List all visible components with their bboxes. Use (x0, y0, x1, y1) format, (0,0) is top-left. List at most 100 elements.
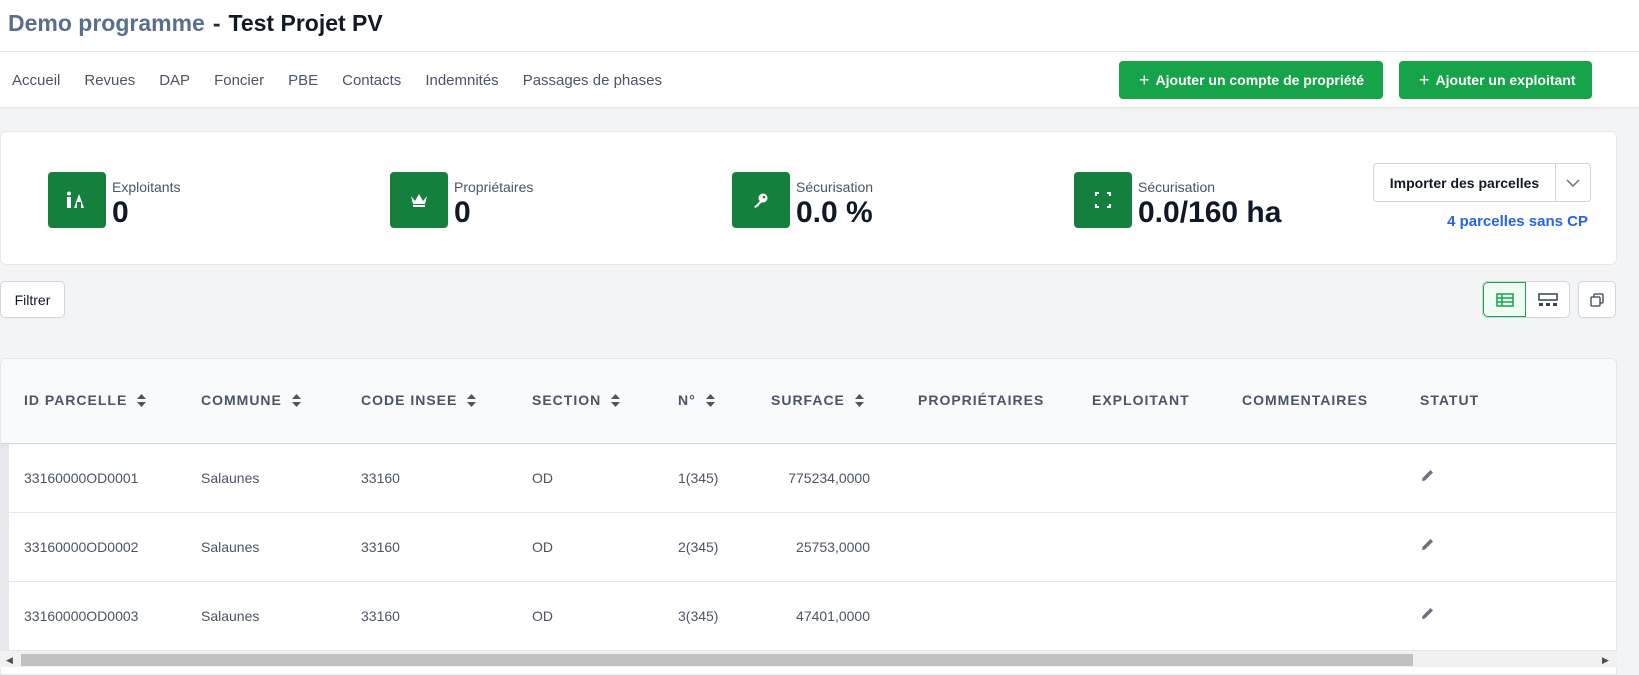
scrollbar-thumb[interactable] (21, 654, 1413, 666)
cell-commune: Salaunes (201, 539, 260, 555)
row-indicator (1, 582, 9, 650)
copy-icon (1590, 292, 1604, 307)
column-header-statut: STATUT (1420, 392, 1480, 408)
project-name: Test Projet PV (228, 10, 383, 36)
cell-surface: 25753,0000 (796, 539, 870, 555)
column-header-label: SURFACE (771, 392, 845, 408)
table-view-button[interactable] (1483, 282, 1527, 317)
cell-surface: 47401,0000 (796, 608, 870, 624)
stat-operators-label: Exploitants (112, 179, 181, 195)
column-header-surface[interactable]: SURFACE (771, 392, 864, 408)
plus-icon: + (1419, 70, 1430, 90)
sort-icon (291, 393, 301, 407)
edit-pencil-icon[interactable] (1420, 468, 1435, 488)
cell-numero: 2(345) (678, 539, 719, 555)
table-header: ID PARCELLE COMMUNE CODE INSEE SECTION N… (1, 359, 1616, 444)
column-header-proprietaires: PROPRIÉTAIRES (918, 392, 1045, 408)
cell-numero: 1(345) (678, 470, 719, 486)
parcels-table: ID PARCELLE COMMUNE CODE INSEE SECTION N… (0, 358, 1617, 675)
stat-operators-value: 0 (112, 196, 129, 229)
stat-securisation-percent-label: Sécurisation (796, 179, 874, 195)
table-row[interactable]: 33160000OD0001 Salaunes 33160 OD 1(345) … (1, 444, 1616, 513)
column-header-exploitant: EXPLOITANT (1092, 392, 1190, 408)
filter-button[interactable]: Filtrer (0, 281, 65, 318)
nav-bar: Accueil Revues DAP Foncier PBE Contacts … (0, 52, 1639, 108)
table-row[interactable]: 33160000OD0003 Salaunes 33160 OD 3(345) … (1, 582, 1616, 651)
stat-securisation-percent-value: 0.0 % (796, 196, 873, 229)
nav-item-accueil[interactable]: Accueil (12, 72, 60, 89)
cell-commune: Salaunes (201, 470, 260, 486)
cell-id-parcelle: 33160000OD0001 (24, 470, 139, 486)
parcels-without-cp-link[interactable]: 4 parcelles sans CP (1447, 213, 1588, 230)
stat-securisation-area-label: Sécurisation (1138, 179, 1216, 195)
title-separator: - (212, 10, 221, 36)
sort-icon (705, 393, 715, 407)
import-parcels-split-button: Importer des parcelles (1373, 163, 1591, 202)
program-name[interactable]: Demo programme (8, 10, 205, 36)
plus-icon: + (1139, 70, 1150, 90)
nav-item-passages-de-phases[interactable]: Passages de phases (523, 72, 662, 89)
cell-section: OD (532, 470, 553, 486)
cell-id-parcelle: 33160000OD0002 (24, 539, 139, 555)
nav-item-foncier[interactable]: Foncier (214, 72, 264, 89)
crown-icon (390, 172, 448, 228)
sort-icon (137, 393, 147, 407)
nav-item-indemnites[interactable]: Indemnités (425, 72, 498, 89)
sort-icon (467, 393, 477, 407)
board-view-button[interactable] (1526, 282, 1569, 317)
stat-owners-label: Propriétaires (454, 179, 534, 195)
sort-icon (611, 393, 621, 407)
sort-icon (854, 393, 864, 407)
table-row[interactable]: 33160000OD0002 Salaunes 33160 OD 2(345) … (1, 513, 1616, 582)
row-indicator (1, 513, 9, 581)
main-nav: Accueil Revues DAP Foncier PBE Contacts … (12, 72, 686, 89)
row-indicator (1, 444, 9, 512)
area-icon (1074, 172, 1132, 228)
scroll-left-arrow-icon[interactable]: ◀ (6, 655, 13, 666)
add-property-account-button[interactable]: + Ajouter un compte de propriété (1119, 61, 1383, 99)
nav-item-dap[interactable]: DAP (159, 72, 190, 89)
cell-surface: 775234,0000 (788, 470, 870, 486)
column-header-commentaires: COMMENTAIRES (1242, 392, 1369, 408)
copy-button[interactable] (1578, 281, 1616, 318)
column-header-label: CODE INSEE (361, 392, 458, 408)
cell-id-parcelle: 33160000OD0003 (24, 608, 139, 624)
scroll-right-arrow-icon[interactable]: ▶ (1602, 655, 1609, 666)
board-view-icon (1537, 292, 1558, 306)
cell-code-insee: 33160 (361, 470, 400, 486)
edit-pencil-icon[interactable] (1420, 606, 1435, 626)
import-dropdown-toggle[interactable] (1556, 164, 1590, 201)
page-header: Demo programme - Test Projet PV (0, 0, 1639, 52)
horizontal-scrollbar[interactable]: ◀ ▶ (0, 650, 1617, 667)
nav-item-pbe[interactable]: PBE (288, 72, 318, 89)
cell-commune: Salaunes (201, 608, 260, 624)
cell-section: OD (532, 539, 553, 555)
key-icon (732, 172, 790, 228)
column-header-section[interactable]: SECTION (532, 392, 621, 408)
stat-owners-value: 0 (454, 196, 471, 229)
chevron-down-icon (1566, 178, 1580, 187)
view-toggle-group (1482, 281, 1570, 318)
cell-numero: 3(345) (678, 608, 719, 624)
nav-item-revues[interactable]: Revues (84, 72, 135, 89)
column-header-label: COMMUNE (201, 392, 282, 408)
column-header-commune[interactable]: COMMUNE (201, 392, 301, 408)
stat-securisation-area-value: 0.0/160 ha (1138, 196, 1282, 229)
operator-icon (48, 172, 106, 228)
cell-code-insee: 33160 (361, 539, 400, 555)
column-header-numero[interactable]: N° (678, 392, 715, 408)
add-operator-label: Ajouter un exploitant (1435, 72, 1576, 88)
column-header-label: N° (678, 392, 696, 408)
cell-section: OD (532, 608, 553, 624)
edit-pencil-icon[interactable] (1420, 537, 1435, 557)
column-header-id-parcelle[interactable]: ID PARCELLE (24, 392, 147, 408)
import-parcels-button[interactable]: Importer des parcelles (1374, 164, 1556, 201)
column-header-code-insee[interactable]: CODE INSEE (361, 392, 477, 408)
cell-code-insee: 33160 (361, 608, 400, 624)
column-header-label: SECTION (532, 392, 602, 408)
nav-item-contacts[interactable]: Contacts (342, 72, 401, 89)
add-property-account-label: Ajouter un compte de propriété (1155, 72, 1364, 88)
add-operator-button[interactable]: + Ajouter un exploitant (1399, 61, 1592, 99)
page-title: Demo programme - Test Projet PV (8, 10, 383, 37)
table-view-icon (1495, 292, 1514, 307)
